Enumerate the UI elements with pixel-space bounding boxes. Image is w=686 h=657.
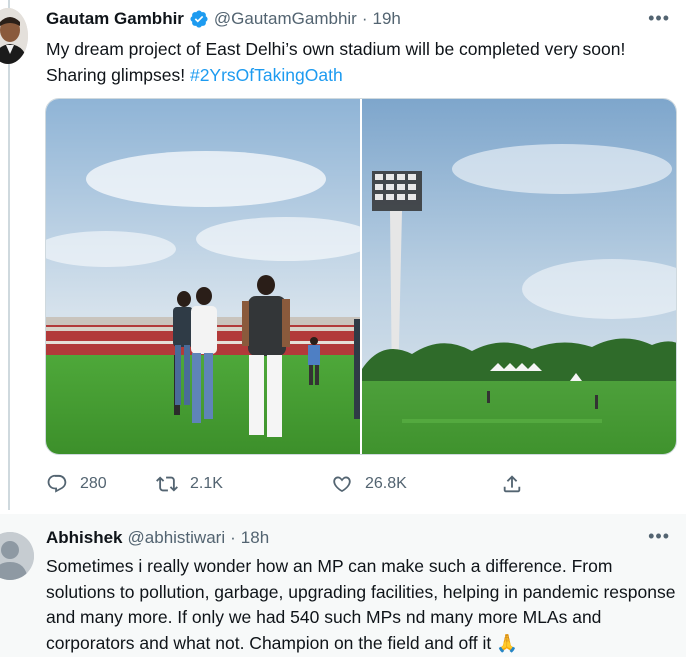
like-icon bbox=[333, 476, 351, 493]
reply-icon bbox=[47, 474, 67, 493]
author-avatar[interactable] bbox=[0, 8, 28, 64]
more-icon[interactable]: ••• bbox=[648, 8, 670, 29]
hashtag-link[interactable]: #2YrsOfTakingOath bbox=[190, 65, 343, 85]
reply-author-handle[interactable]: @abhistiwari bbox=[128, 528, 226, 548]
retweet-icon bbox=[156, 476, 178, 492]
reply-body: Sometimes i really wonder how an MP can … bbox=[46, 556, 676, 653]
thread-line bbox=[8, 0, 10, 510]
tweet-main[interactable]: Gautam Gambhir @GautamGambhir · 19h ••• … bbox=[0, 0, 686, 510]
stadium-photo-1[interactable] bbox=[46, 99, 360, 454]
reply-text: Sometimes i really wonder how an MP can … bbox=[46, 554, 676, 656]
retweet-count: 2.1K bbox=[190, 475, 223, 492]
reply-avatar[interactable] bbox=[0, 532, 34, 580]
reply-author-name[interactable]: Abhishek bbox=[46, 528, 123, 548]
tweet-time[interactable]: 19h bbox=[373, 9, 401, 29]
share-button[interactable] bbox=[501, 473, 541, 495]
like-button[interactable]: 26.8K bbox=[331, 473, 501, 495]
tweet-actions: 280 2.1K 26.8K bbox=[46, 470, 586, 498]
tweet-media[interactable] bbox=[45, 98, 677, 455]
reply-count: 280 bbox=[80, 475, 107, 492]
reply-more-icon[interactable]: ••• bbox=[648, 526, 670, 547]
praying-hands-icon: 🙏 bbox=[496, 632, 518, 653]
reply-time[interactable]: 18h bbox=[241, 528, 269, 548]
share-icon bbox=[503, 475, 521, 493]
retweet-button[interactable]: 2.1K bbox=[156, 473, 331, 495]
verified-badge-icon bbox=[190, 10, 208, 28]
separator-dot: · bbox=[361, 9, 368, 28]
reply-button[interactable]: 280 bbox=[46, 473, 156, 495]
author-name[interactable]: Gautam Gambhir bbox=[46, 9, 184, 29]
tweet-text: My dream project of East Delhi’s own sta… bbox=[46, 36, 676, 88]
like-count: 26.8K bbox=[365, 475, 407, 492]
reply-tweet[interactable]: Abhishek @abhistiwari · 18h ••• Sometime… bbox=[0, 514, 686, 657]
stadium-photo-2[interactable] bbox=[362, 99, 676, 454]
author-handle[interactable]: @GautamGambhir bbox=[214, 9, 357, 29]
reply-separator-dot: · bbox=[230, 528, 236, 547]
